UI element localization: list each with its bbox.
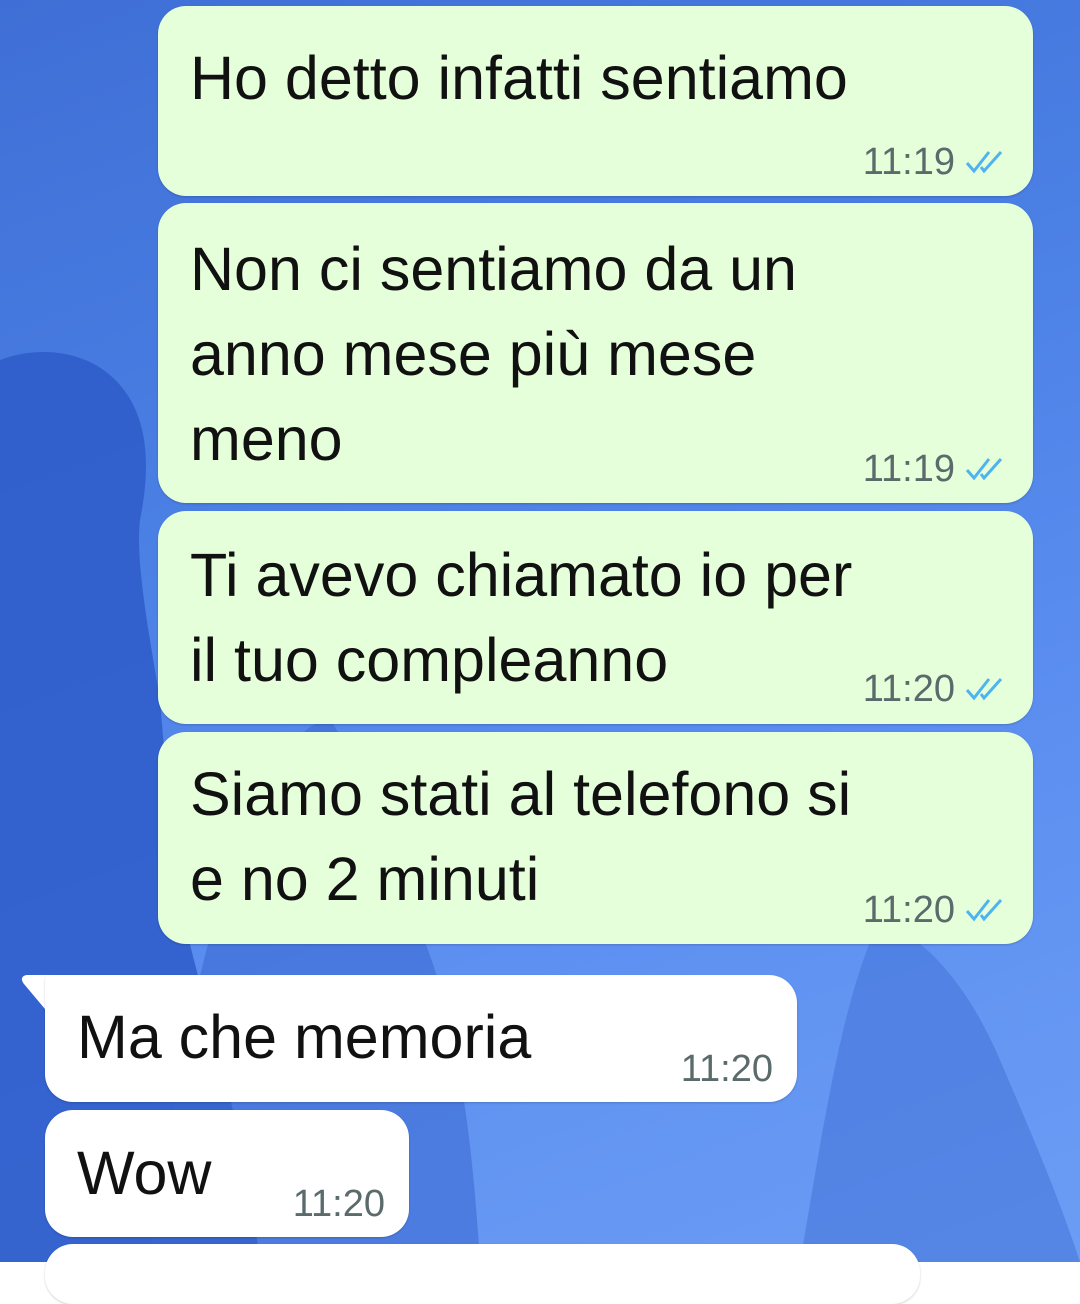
- outgoing-message-bubble[interactable]: Siamo stati al telefono si e no 2 minuti…: [158, 732, 1033, 944]
- message-time: 11:20: [862, 668, 955, 710]
- message-time: 11:19: [862, 448, 955, 490]
- message-meta: 11:19: [863, 449, 1005, 489]
- outgoing-message-bubble[interactable]: Ti avevo chiamato io per il tuo complean…: [158, 511, 1033, 724]
- message-time: 11:20: [292, 1183, 385, 1225]
- message-text: Ti avevo chiamato io per il tuo complean…: [190, 541, 853, 694]
- incoming-message-bubble[interactable]: Ma che memoria 11:20: [45, 975, 797, 1102]
- message-meta: 11:19: [863, 142, 1005, 182]
- message-meta: 11:20: [863, 669, 1005, 709]
- incoming-message-bubble[interactable]: Wow 11:20: [45, 1110, 409, 1237]
- chat-message-list[interactable]: Ho detto infatti sentiamo 11:19 Non ci s…: [0, 0, 1080, 1304]
- message-text: Wow: [77, 1139, 212, 1207]
- read-double-check-icon: [965, 897, 1005, 923]
- message-meta: 11:20: [681, 1049, 773, 1089]
- outgoing-message-bubble[interactable]: Ho detto infatti sentiamo 11:19: [158, 6, 1033, 196]
- read-double-check-icon: [965, 676, 1005, 702]
- read-double-check-icon: [965, 149, 1005, 175]
- message-time: 11:20: [862, 889, 955, 931]
- message-meta: 11:20: [293, 1184, 385, 1224]
- outgoing-message-bubble[interactable]: Non ci sentiamo da un anno mese più mese…: [158, 203, 1033, 503]
- read-double-check-icon: [965, 456, 1005, 482]
- message-time: 11:20: [680, 1048, 773, 1090]
- message-time: 11:19: [862, 141, 955, 183]
- incoming-message-bubble-partial[interactable]: [45, 1244, 920, 1304]
- message-text: Ho detto infatti sentiamo: [190, 44, 848, 112]
- message-text: Ma che memoria: [77, 1003, 532, 1071]
- message-text: Non ci sentiamo da un anno mese più mese…: [190, 235, 797, 473]
- message-meta: 11:20: [863, 890, 1005, 930]
- message-text: Siamo stati al telefono si e no 2 minuti: [190, 760, 852, 913]
